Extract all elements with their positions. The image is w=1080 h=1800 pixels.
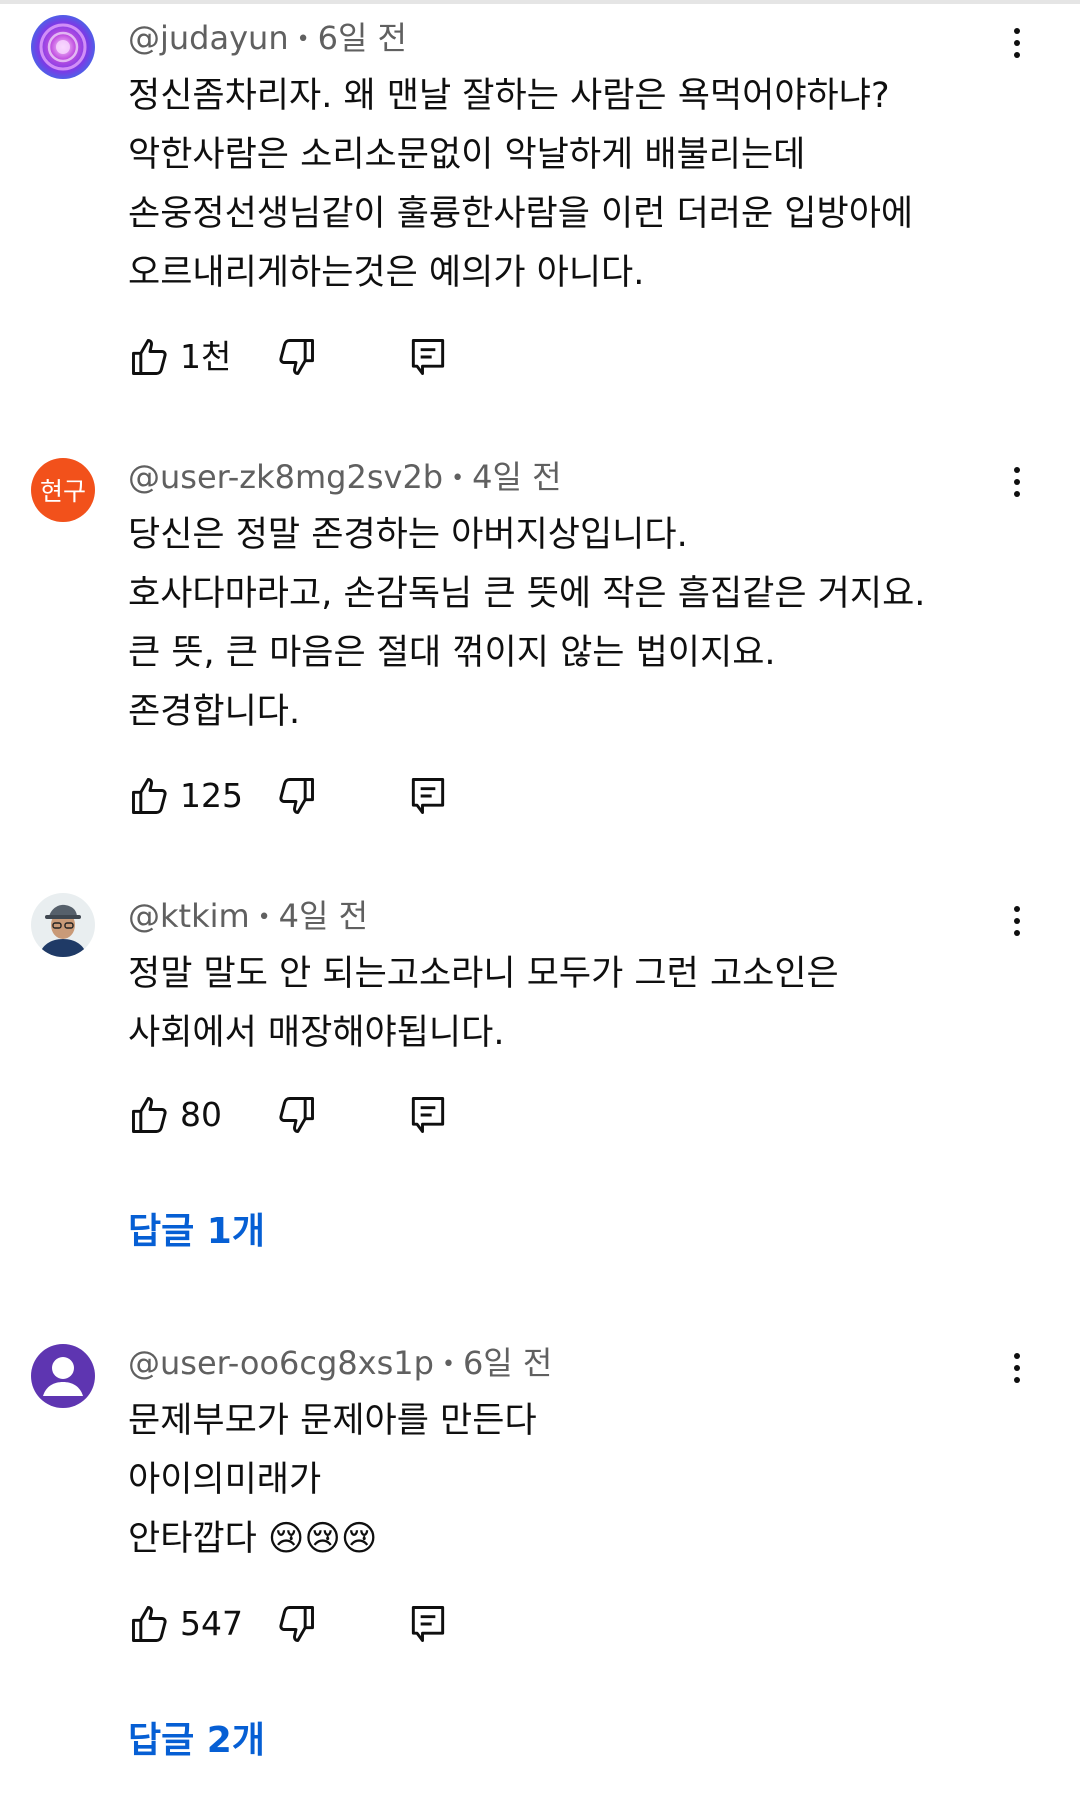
comment-line: 안타깝다 😢😢😢: [128, 1519, 378, 1559]
default-person-avatar-icon: [31, 1344, 95, 1408]
meta-separator: •: [441, 1352, 455, 1377]
comment-author[interactable]: @judayun: [128, 19, 289, 57]
comment-author[interactable]: @user-oo6cg8xs1p: [128, 1344, 434, 1382]
view-replies-link[interactable]: 답글 2개: [128, 1716, 265, 1766]
reply-comment-icon[interactable]: [406, 774, 450, 818]
view-replies-link[interactable]: 답글 1개: [128, 1207, 265, 1257]
comment-line: 당신은 정말 존경하는 아버지상입니다.: [128, 515, 688, 555]
comment-line: 오르내리게하는것은 예의가 아니다.: [128, 253, 645, 293]
like-count: 1천: [180, 337, 232, 376]
comment-time[interactable]: 4일 전: [472, 458, 561, 496]
thumbs-up-icon[interactable]: [128, 1602, 172, 1646]
thumbs-down-icon[interactable]: [274, 1093, 318, 1137]
comment-line: 사회에서 매장해야됩니다.: [128, 1013, 505, 1053]
thumbs-down-icon[interactable]: [274, 774, 318, 818]
reply-comment-icon[interactable]: [406, 335, 450, 379]
comment-time[interactable]: 6일 전: [318, 19, 407, 57]
avatar[interactable]: 현구: [31, 458, 95, 522]
comment-line: 손웅정선생님같이 훌륭한사람을 이런 더러운 입방아에: [128, 194, 914, 234]
top-divider: [0, 0, 1080, 4]
comment-meta: @judayun • 6일 전: [128, 17, 407, 59]
avatar[interactable]: [31, 15, 95, 79]
comment-actions: 547: [128, 1602, 458, 1650]
comment-text: 정말 말도 안 되는고소라니 모두가 그런 고소인은 사회에서 매장해야됩니다.: [128, 945, 1028, 1063]
comment-time[interactable]: 4일 전: [279, 897, 368, 935]
avatar[interactable]: [31, 893, 95, 957]
comment-author[interactable]: @user-zk8mg2sv2b: [128, 458, 443, 496]
thumbs-up-icon[interactable]: [128, 1093, 172, 1137]
comment-line: 정말 말도 안 되는고소라니 모두가 그런 고소인은: [128, 954, 839, 994]
comment-text: 정신좀차리자. 왜 맨날 잘하는 사람은 욕먹어야하냐? 악한사람은 소리소문없…: [128, 67, 1028, 303]
like-count: 547: [180, 1604, 243, 1643]
man-with-cap-avatar-icon: [31, 893, 95, 957]
thumbs-down-icon[interactable]: [274, 335, 318, 379]
thumbs-up-icon[interactable]: [128, 335, 172, 379]
comment-line: 정신좀차리자. 왜 맨날 잘하는 사람은 욕먹어야하냐?: [128, 76, 890, 116]
meta-separator: •: [257, 905, 271, 930]
comment-text: 당신은 정말 존경하는 아버지상입니다. 호사다마라고, 손감독님 큰 뜻에 작…: [128, 506, 1028, 742]
more-vert-icon[interactable]: [1000, 901, 1034, 941]
reply-comment-icon[interactable]: [406, 1093, 450, 1137]
comment-author[interactable]: @ktkim: [128, 897, 250, 935]
comment-line: 큰 뜻, 큰 마음은 절대 꺾이지 않는 법이지요.: [128, 633, 776, 673]
like-count: 80: [180, 1095, 222, 1134]
comment-actions: 1천: [128, 335, 458, 383]
comment-actions: 125: [128, 774, 458, 822]
comment-meta: @user-zk8mg2sv2b • 4일 전: [128, 456, 562, 498]
comment-meta: @ktkim • 4일 전: [128, 895, 368, 937]
comment-text: 문제부모가 문제아를 만든다 아이의미래가 안타깝다 😢😢😢: [128, 1392, 1028, 1569]
more-vert-icon[interactable]: [1000, 1348, 1034, 1388]
comment-actions: 80: [128, 1093, 458, 1141]
reply-comment-icon[interactable]: [406, 1602, 450, 1646]
meta-separator: •: [451, 466, 465, 491]
comment-line: 호사다마라고, 손감독님 큰 뜻에 작은 흠집같은 거지요.: [128, 574, 926, 614]
comment-line: 존경합니다.: [128, 692, 301, 732]
comment-line: 문제부모가 문제아를 만든다: [128, 1401, 537, 1441]
more-vert-icon[interactable]: [1000, 462, 1034, 502]
comment-line: 악한사람은 소리소문없이 악날하게 배불리는데: [128, 135, 806, 175]
thumbs-down-icon[interactable]: [274, 1602, 318, 1646]
comment-time[interactable]: 6일 전: [463, 1344, 552, 1382]
meta-separator: •: [296, 27, 310, 52]
like-count: 125: [180, 776, 243, 815]
avatar[interactable]: [31, 1344, 95, 1408]
purple-rose-avatar-icon: [31, 15, 95, 79]
more-vert-icon[interactable]: [1000, 23, 1034, 63]
thumbs-up-icon[interactable]: [128, 774, 172, 818]
comment-meta: @user-oo6cg8xs1p • 6일 전: [128, 1342, 552, 1384]
comment-line: 아이의미래가: [128, 1460, 322, 1500]
